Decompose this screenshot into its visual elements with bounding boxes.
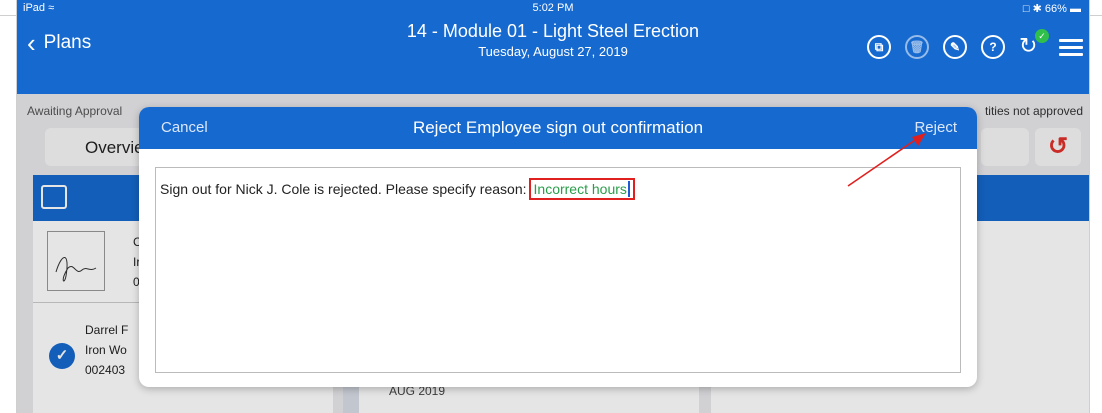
dialog-header: Cancel Reject Employee sign out confirma… bbox=[139, 107, 977, 149]
sync-check-badge: ✓ bbox=[1035, 29, 1049, 43]
sync-icon[interactable]: ↻ ✓ bbox=[1019, 29, 1049, 59]
reason-message-line: Sign out for Nick J. Cole is rejected. P… bbox=[160, 178, 635, 200]
status-time: 5:02 PM bbox=[532, 2, 574, 14]
trash-icon[interactable]: 🗑 bbox=[905, 35, 929, 59]
copy-icon[interactable]: ⧉ bbox=[867, 35, 891, 59]
status-bar: iPad ≈ 5:02 PM □ ✱ 66% ▬ bbox=[17, 0, 1089, 17]
text-cursor bbox=[627, 181, 630, 197]
edit-icon[interactable]: ✎ bbox=[943, 35, 967, 59]
reject-button[interactable]: Reject bbox=[914, 119, 957, 136]
nav-toolbar: ⧉ 🗑 ✎ ? ↻ ✓ bbox=[867, 29, 1083, 59]
reason-prompt: Sign out for Nick J. Cole is rejected. P… bbox=[160, 181, 527, 197]
menu-icon[interactable] bbox=[1059, 38, 1083, 56]
reason-textarea[interactable]: Sign out for Nick J. Cole is rejected. P… bbox=[155, 167, 961, 373]
help-icon[interactable]: ? bbox=[981, 35, 1005, 59]
status-battery: □ ✱ 66% ▬ bbox=[1022, 3, 1081, 15]
nav-bar: ‹ Plans 14 - Module 01 - Light Steel Ere… bbox=[17, 17, 1089, 94]
dialog-title: Reject Employee sign out confirmation bbox=[412, 118, 704, 137]
ipad-screen: iPad ≈ 5:02 PM □ ✱ 66% ▬ ‹ Plans 14 - Mo… bbox=[16, 0, 1090, 413]
reason-input-value[interactable]: Incorrect hours bbox=[528, 178, 635, 200]
reject-signout-dialog: Cancel Reject Employee sign out confirma… bbox=[139, 107, 977, 387]
